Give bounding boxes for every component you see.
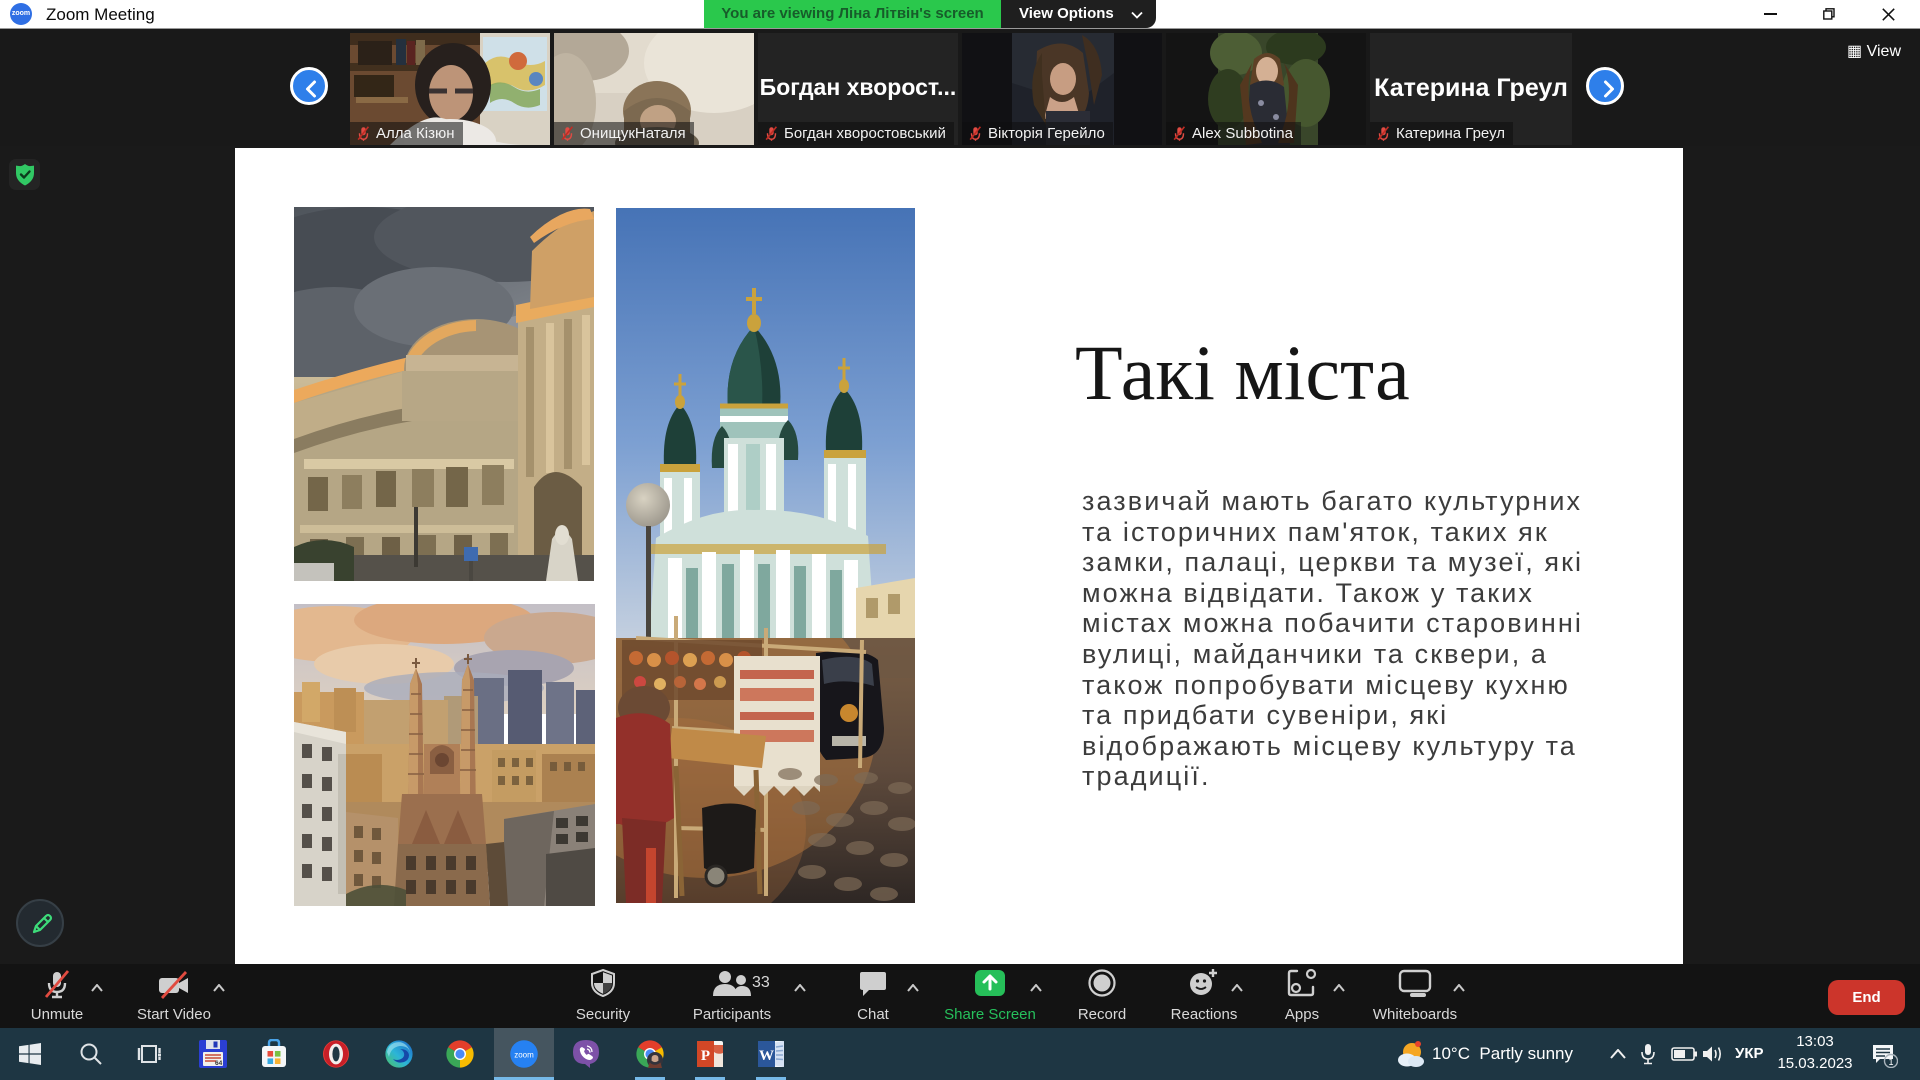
svg-text:1: 1 (1888, 1057, 1893, 1067)
svg-text:zoom: zoom (514, 1051, 534, 1060)
svg-text:P: P (701, 1048, 710, 1064)
svg-text:64: 64 (215, 1060, 223, 1067)
svg-text:W: W (759, 1048, 774, 1064)
